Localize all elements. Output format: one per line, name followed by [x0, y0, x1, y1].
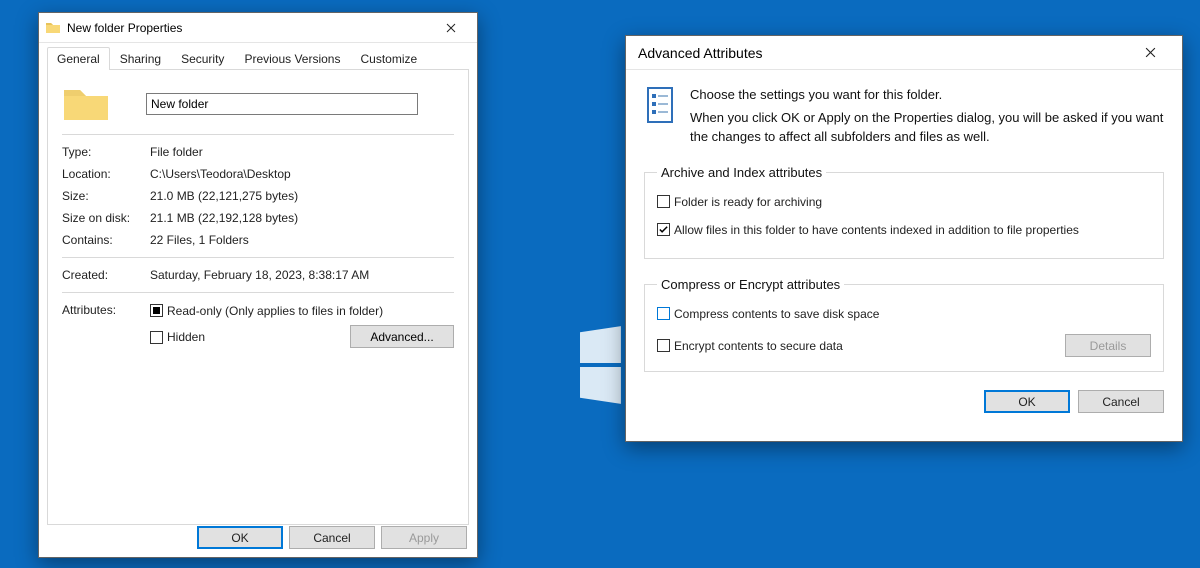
type-value: File folder — [150, 145, 454, 159]
divider — [62, 292, 454, 293]
tab-previous-versions[interactable]: Previous Versions — [234, 47, 350, 70]
close-button[interactable] — [431, 15, 471, 41]
compress-encrypt-legend: Compress or Encrypt attributes — [657, 277, 844, 292]
created-label: Created: — [62, 268, 150, 282]
readonly-label: Read-only (Only applies to files in fold… — [167, 303, 383, 319]
tab-sharing[interactable]: Sharing — [110, 47, 171, 70]
advanced-button[interactable]: Advanced... — [350, 325, 454, 348]
index-label: Allow files in this folder to have conte… — [674, 222, 1079, 238]
advanced-attributes-dialog: Advanced Attributes Choose the settings … — [625, 35, 1183, 442]
location-value: C:\Users\Teodora\Desktop — [150, 167, 454, 181]
size-label: Size: — [62, 189, 150, 203]
size-on-disk-label: Size on disk: — [62, 211, 150, 225]
checklist-icon — [644, 86, 676, 126]
encrypt-checkbox[interactable] — [657, 339, 670, 352]
archive-index-legend: Archive and Index attributes — [657, 165, 826, 180]
folder-icon — [45, 20, 61, 36]
archive-checkbox[interactable] — [657, 195, 670, 208]
details-button[interactable]: Details — [1065, 334, 1151, 357]
ok-button[interactable]: OK — [197, 526, 283, 549]
compress-encrypt-group: Compress or Encrypt attributes Compress … — [644, 277, 1164, 372]
advanced-intro: Choose the settings you want for this fo… — [690, 86, 1164, 147]
close-button[interactable] — [1130, 40, 1170, 66]
cancel-button[interactable]: Cancel — [289, 526, 375, 549]
folder-name-input[interactable] — [146, 93, 418, 115]
hidden-checkbox[interactable] — [150, 331, 163, 344]
properties-titlebar[interactable]: New folder Properties — [39, 13, 477, 43]
tab-general[interactable]: General — [47, 47, 110, 70]
created-value: Saturday, February 18, 2023, 8:38:17 AM — [150, 268, 454, 282]
compress-checkbox[interactable] — [657, 307, 670, 320]
divider — [62, 257, 454, 258]
tab-customize[interactable]: Customize — [350, 47, 427, 70]
tab-security[interactable]: Security — [171, 47, 234, 70]
cancel-button[interactable]: Cancel — [1078, 390, 1164, 413]
type-label: Type: — [62, 145, 150, 159]
folder-large-icon — [62, 84, 110, 124]
archive-index-group: Archive and Index attributes Folder is r… — [644, 165, 1164, 259]
hidden-label: Hidden — [167, 329, 205, 345]
index-checkbox[interactable] — [657, 223, 670, 236]
encrypt-label: Encrypt contents to secure data — [674, 338, 843, 354]
size-on-disk-value: 21.1 MB (22,192,128 bytes) — [150, 211, 454, 225]
tabs: General Sharing Security Previous Versio… — [39, 43, 477, 70]
compress-label: Compress contents to save disk space — [674, 306, 879, 322]
advanced-title: Advanced Attributes — [638, 45, 1130, 61]
advanced-buttons: OK Cancel — [644, 390, 1164, 425]
divider — [62, 134, 454, 135]
advanced-intro-line1: Choose the settings you want for this fo… — [690, 86, 1164, 105]
properties-dialog: New folder Properties General Sharing Se… — [38, 12, 478, 558]
ok-button[interactable]: OK — [984, 390, 1070, 413]
location-label: Location: — [62, 167, 150, 181]
contains-label: Contains: — [62, 233, 150, 247]
properties-buttons: OK Cancel Apply — [197, 526, 467, 549]
size-value: 21.0 MB (22,121,275 bytes) — [150, 189, 454, 203]
archive-label: Folder is ready for archiving — [674, 194, 822, 210]
apply-button[interactable]: Apply — [381, 526, 467, 549]
advanced-intro-line2: When you click OK or Apply on the Proper… — [690, 109, 1164, 147]
readonly-checkbox[interactable] — [150, 304, 163, 317]
advanced-titlebar[interactable]: Advanced Attributes — [626, 36, 1182, 70]
contains-value: 22 Files, 1 Folders — [150, 233, 454, 247]
general-tab-panel: Type:File folder Location:C:\Users\Teodo… — [47, 69, 469, 525]
properties-title: New folder Properties — [67, 21, 431, 35]
attributes-label: Attributes: — [62, 303, 150, 317]
